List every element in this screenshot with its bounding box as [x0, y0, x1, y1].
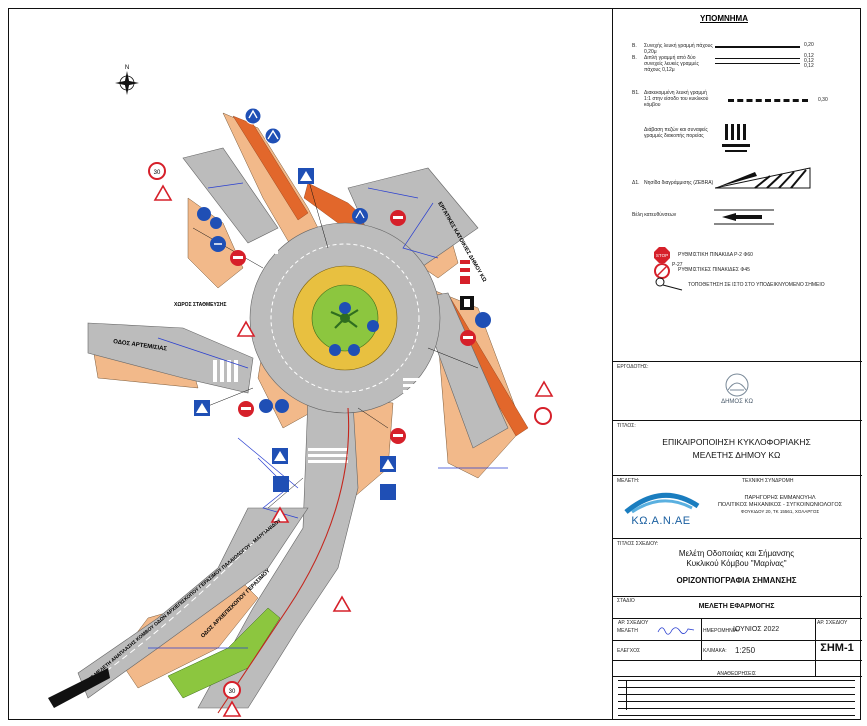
sign-warning-5-icon — [332, 595, 352, 612]
sign-blue-6-icon — [475, 312, 491, 328]
designer-label: ΜΕΛΕΤΗ: — [617, 478, 640, 484]
svg-text:30: 30 — [154, 170, 161, 176]
sign-red-round-3-icon: 30 — [223, 681, 241, 699]
title-block — [612, 8, 862, 720]
stop-sign-icon: STOP — [654, 247, 670, 263]
sign-no-entry-2-icon — [390, 210, 406, 226]
sign-blue-square-2-icon — [194, 400, 210, 416]
signature-icon — [657, 627, 695, 635]
north-arrow-icon: N — [115, 65, 139, 95]
project-title-line-2: ΜΕΛΕΤΗΣ ΔΗΜΟΥ ΚΩ — [692, 450, 781, 460]
drawing-sheet: N 30 30 ΟΔΟΣ ΑΡΤΕΜΙΣΙΑΣ ΕΡΓΑΤΙΚΕΣ ΚΑΤΟΙΚ… — [0, 0, 867, 726]
sheet-no-label: ΑΡ. ΣΧΕΔΙΟΥ — [618, 620, 649, 626]
sign-blue-square-5-icon — [380, 456, 396, 472]
sign-black-square-icon — [460, 296, 474, 310]
sign-blue-4-icon — [197, 207, 211, 221]
sign-blue-2-icon — [244, 107, 262, 125]
sign-warning-2-icon — [534, 380, 554, 397]
sign-no-entry-3-icon — [460, 330, 476, 346]
sign-blue-7-icon — [259, 399, 273, 413]
direction-arrows-legend-icon — [714, 209, 774, 225]
study-label: ΜΕΛΕΤΗ — [617, 628, 638, 634]
engineer-name: ΠΑΡΗΓΟΡΗΣ ΕΜΜΑΝΟΥΗΛ — [744, 495, 816, 501]
crosswalk-legend-icon — [722, 124, 750, 152]
engineer-address: ΦΟΥΚΙΔΟΥ 20, ΤΚ 15561, ΧΟΛΑΡΓΟΣ — [740, 509, 820, 514]
drawing-title-line-2: Κυκλικού Κόμβου "Μαρίνας" — [686, 559, 787, 568]
sign-no-entry-4-icon — [238, 401, 254, 417]
drawing-title-line-3: ΟΡΙΖΟΝΤΙΟΓΡΑΦΙΑ ΣΗΜΑΝΣΗΣ — [676, 576, 797, 585]
drawing-title-label: ΤΙΤΛΟΣ ΣΧΕΔΙΟΥ: — [617, 541, 659, 547]
client-label: ΕΡΓΟΔΟΤΗΣ: — [617, 364, 649, 370]
date-value: ΙΟΥΝΙΟΣ 2022 — [733, 626, 780, 633]
scale-label: ΚΛΙΜΑΚΑ: — [703, 648, 727, 654]
check-label: ΕΛΕΓΧΟΣ — [617, 648, 641, 654]
project-title-line-1: ΕΠΙΚΑΙΡΟΠΟΙΗΣΗ ΚΥΚΛΟΦΟΡΙΑΚΗΣ — [662, 437, 811, 447]
sign-blue-square-3-icon — [272, 448, 288, 464]
sign-red-round-2-icon — [534, 407, 552, 425]
roundabout-plan: N 30 30 ΟΔΟΣ ΑΡΤΕΜΙΣΙΑΣ ΕΡΓΑΤΙΚΕΣ ΚΑΤΟΙΚ… — [48, 65, 554, 717]
engineer-role: ΠΟΛΙΤΙΚΟΣ ΜΗΧΑΝΙΚΟΣ - ΣΥΓΚΟΙΝΩΝΙΟΛΟΓΟΣ — [717, 502, 843, 508]
stage-value: ΜΕΛΕΤΗ ΕΦΑΡΜΟΓΗΣ — [698, 603, 775, 610]
revisions-label: ΑΝΑΘΕΩΡΗΣΕΙΣ — [717, 671, 756, 677]
title-label: ΤΙΤΛΟΣ: — [617, 423, 636, 429]
client-name: ΔΗΜΟΣ ΚΩ — [721, 399, 753, 405]
sign-blue-9-icon — [210, 217, 222, 229]
zebra-island-legend-icon — [715, 167, 811, 189]
sign-blue-1-icon — [264, 127, 282, 145]
parking-label: ΧΩΡΟΣ ΣΤΑΘΜΕΥΣΗΣ — [174, 302, 226, 308]
legend-title: ΥΠΟΜΝΗΜΑ — [700, 14, 748, 23]
sign-no-stop-icon — [460, 260, 470, 284]
technical-label: ΤΕΧΝΙΚΗ ΣΥΝΔΡΟΜΗ — [742, 478, 794, 484]
sign-blue-8-icon — [275, 399, 289, 413]
municipality-logo-icon — [725, 373, 749, 397]
sign-red-round-1-icon: 30 — [148, 162, 166, 180]
sign-blue-square-4-icon — [273, 476, 289, 492]
svg-text:STOP: STOP — [656, 253, 668, 258]
firm-logo-icon — [624, 492, 700, 514]
revisions-table — [618, 680, 855, 716]
sign-no-entry-5-icon — [390, 428, 406, 444]
firm-logo-text: ΚΩ.Α.Ν.ΑΕ — [631, 515, 691, 527]
sheet-no-value: ΣΗΜ-1 — [820, 642, 854, 654]
sheet-no-label-right: ΑΡ. ΣΧΕΔΙΟΥ — [817, 620, 848, 626]
sign-blue-5-icon — [352, 208, 368, 224]
sign-no-entry-1-icon — [230, 250, 246, 266]
sign-blue-square-1-icon — [298, 168, 314, 184]
sign-blue-square-6-icon — [380, 484, 396, 500]
sign-blue-3-icon — [210, 236, 226, 252]
scale-value: 1:250 — [735, 646, 756, 655]
pole-mount-icon — [655, 277, 683, 291]
svg-text:N: N — [125, 65, 129, 71]
sign-warning-1-icon — [153, 184, 173, 201]
svg-text:30: 30 — [229, 689, 236, 695]
drawing-title-line-1: Μελέτη Οδοποιίας και Σήμανσης — [678, 549, 795, 558]
